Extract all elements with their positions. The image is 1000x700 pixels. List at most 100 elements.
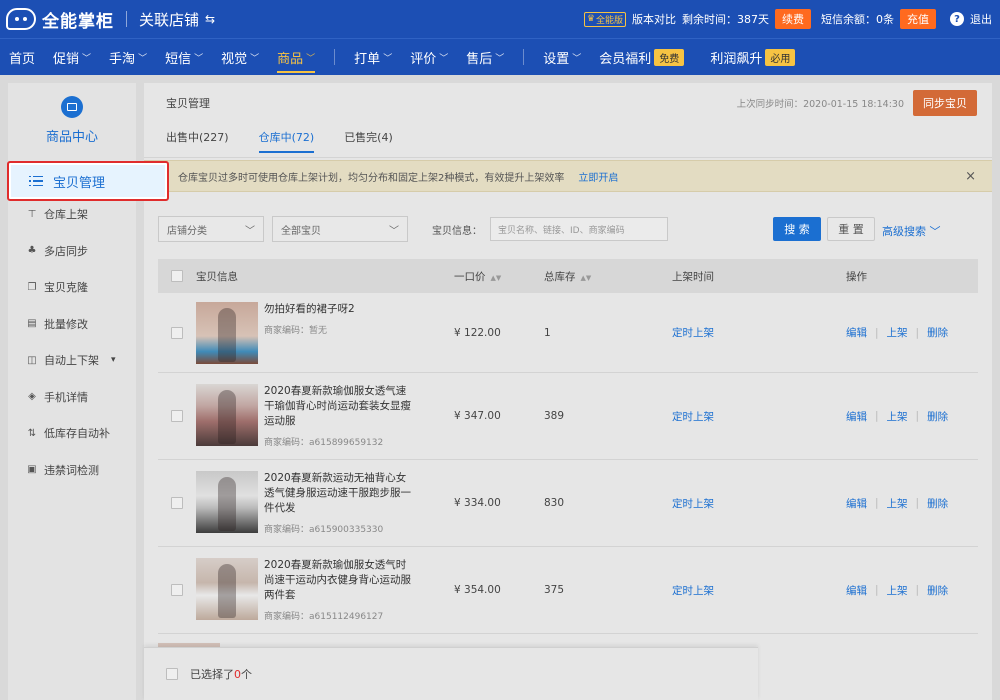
item-scope-select[interactable]: 全部宝贝 ﹀ bbox=[272, 216, 408, 242]
nav-reviews[interactable]: 评价 ﹀ bbox=[401, 39, 457, 75]
scheduled-listing-link[interactable]: 定时上架 bbox=[672, 496, 846, 511]
sidebar-item-mobile-detail[interactable]: ◈ 手机详情 bbox=[8, 379, 136, 416]
restock-icon: ⇅ bbox=[27, 427, 37, 439]
chevron-down-icon: ﹀ bbox=[82, 53, 92, 64]
product-thumbnail[interactable] bbox=[196, 558, 258, 620]
version-compare-link[interactable]: 版本对比 bbox=[632, 11, 676, 27]
selected-count-text: 已选择了0个 bbox=[190, 666, 252, 682]
product-thumbnail[interactable] bbox=[196, 301, 258, 364]
list-link[interactable]: 上架 bbox=[887, 496, 908, 511]
sidebar-item-label: 手机详情 bbox=[44, 390, 88, 404]
renew-button[interactable]: 续费 bbox=[775, 9, 811, 29]
tab-in-warehouse[interactable]: 仓库中(72) bbox=[258, 129, 314, 153]
ops-divider: | bbox=[915, 410, 920, 422]
row-checkbox[interactable] bbox=[171, 326, 183, 339]
nav-sms[interactable]: 短信 ﹀ bbox=[156, 39, 212, 75]
search-button[interactable]: 搜 索 bbox=[773, 217, 821, 241]
delete-link[interactable]: 删除 bbox=[927, 409, 948, 424]
row-info: 勿拍好看的裙子呀2 商家编码：暂无 bbox=[196, 301, 454, 364]
scheduled-listing-link[interactable]: 定时上架 bbox=[672, 583, 846, 598]
sidebar-item-low-stock-restock[interactable]: ⇅ 低库存自动补 bbox=[8, 415, 136, 452]
reset-button[interactable]: 重 置 bbox=[827, 217, 875, 241]
product-name[interactable]: 2020春夏新款瑜伽服女透气速干瑜伽背心时尚运动套装女显瘦运动服 bbox=[264, 384, 414, 429]
edit-link[interactable]: 编辑 bbox=[846, 409, 867, 424]
nav-profit-boost[interactable]: 利润飙升 必用 bbox=[701, 39, 804, 75]
nav-home[interactable]: 首页 bbox=[0, 39, 44, 75]
nav-member-benefits[interactable]: 会员福利 免费 bbox=[590, 39, 693, 75]
row-ops: 编辑 | 上架 | 删除 bbox=[846, 496, 978, 511]
row-check-cell bbox=[158, 584, 196, 596]
list-link[interactable]: 上架 bbox=[887, 583, 908, 598]
sync-items-button[interactable]: 同步宝贝 bbox=[913, 90, 977, 116]
sidebar-item-multi-store-sync[interactable]: ♣ 多店同步 bbox=[8, 233, 136, 270]
row-checkbox[interactable] bbox=[171, 497, 183, 509]
version-badge-label: 全能版 bbox=[595, 15, 623, 26]
tab-on-sale[interactable]: 出售中(227) bbox=[166, 129, 229, 153]
select-all-checkbox[interactable] bbox=[171, 270, 183, 282]
bulk-select-checkbox[interactable] bbox=[166, 668, 178, 680]
switch-shop-icon[interactable]: ⇆ bbox=[205, 12, 215, 26]
nav-visual[interactable]: 视觉 ﹀ bbox=[212, 39, 268, 75]
product-name[interactable]: 2020春夏新款运动无袖背心女透气健身服运动速干服跑步服一件代发 bbox=[264, 471, 414, 516]
edit-link[interactable]: 编辑 bbox=[846, 583, 867, 598]
bulk-action-bar: 已选择了0个 bbox=[144, 647, 758, 700]
sidebar-item-warehouse-listing[interactable]: ⊤ 仓库上架 bbox=[8, 196, 136, 233]
edit-link[interactable]: 编辑 bbox=[846, 496, 867, 511]
help-icon[interactable]: ? bbox=[950, 12, 964, 26]
scheduled-listing-link[interactable]: 定时上架 bbox=[672, 325, 846, 340]
product-thumbnail[interactable] bbox=[196, 384, 258, 446]
row-checkbox[interactable] bbox=[171, 410, 183, 422]
col-header-price[interactable]: 一口价 ▲▼ bbox=[454, 269, 544, 284]
logout-link[interactable]: 退出 bbox=[970, 11, 992, 27]
advanced-search-link[interactable]: 高级搜索 ﹀ bbox=[882, 223, 941, 239]
row-checkbox[interactable] bbox=[171, 584, 183, 596]
nav-divider bbox=[334, 49, 336, 65]
col-header-ops: 操作 bbox=[846, 270, 867, 283]
list-link[interactable]: 上架 bbox=[887, 409, 908, 424]
shopping-bag-icon bbox=[61, 96, 83, 118]
enable-now-link[interactable]: 立即开启 bbox=[578, 169, 618, 184]
ops-divider: | bbox=[915, 497, 920, 509]
sidebar-item-product-management[interactable]: 宝贝管理 bbox=[7, 161, 169, 201]
product-name[interactable]: 勿拍好看的裙子呀2 bbox=[264, 302, 414, 317]
tab-sold-out[interactable]: 已售完(4) bbox=[344, 129, 393, 153]
delete-link[interactable]: 删除 bbox=[927, 325, 948, 340]
ops-divider: | bbox=[875, 326, 879, 339]
nav-print-orders[interactable]: 打单 ﹀ bbox=[345, 39, 401, 75]
sidebar-item-auto-listing[interactable]: ◫ 自动上下架 ▾ bbox=[8, 342, 136, 379]
search-input[interactable]: 宝贝名称、链接、ID、商家编码 bbox=[490, 217, 668, 241]
shop-category-value: 店铺分类 bbox=[167, 225, 207, 237]
shop-name[interactable]: 关联店铺 bbox=[139, 9, 199, 30]
list-link[interactable]: 上架 bbox=[887, 325, 908, 340]
product-name[interactable]: 2020春夏新款瑜伽服女透气时尚速干运动内衣健身背心运动服两件套 bbox=[264, 558, 414, 603]
app-logo[interactable]: 全能掌柜 bbox=[6, 7, 114, 32]
nav-after-sales[interactable]: 售后 ﹀ bbox=[457, 39, 513, 75]
edit-link[interactable]: 编辑 bbox=[846, 325, 867, 340]
col-header-stock[interactable]: 总库存 ▲▼ bbox=[544, 269, 672, 284]
nav-print-orders-label: 打单 bbox=[354, 51, 381, 67]
version-badge: ♛ 全能版 bbox=[583, 11, 626, 27]
delete-link[interactable]: 删除 bbox=[927, 583, 948, 598]
product-code: 商家编码：a615112496127 bbox=[264, 612, 384, 622]
sidebar-item-batch-edit[interactable]: ▤ 批量修改 bbox=[8, 306, 136, 343]
sidebar-item-forbidden-words[interactable]: ▣ 违禁词检测 bbox=[8, 452, 136, 489]
sidebar-item-label: 违禁词检测 bbox=[44, 463, 99, 477]
nav-mobile-taobao[interactable]: 手淘 ﹀ bbox=[100, 39, 156, 75]
nav-settings[interactable]: 设置 ﹀ bbox=[534, 39, 590, 75]
sidebar-section-header[interactable]: 商品中心 bbox=[8, 83, 136, 158]
shop-category-select[interactable]: 店铺分类 ﹀ bbox=[158, 216, 264, 242]
nav-products-label: 商品 bbox=[277, 51, 304, 67]
recharge-button[interactable]: 充值 bbox=[900, 9, 936, 29]
sidebar-item-clone[interactable]: ❐ 宝贝克隆 bbox=[8, 269, 136, 306]
nav-promotion[interactable]: 促销 ﹀ bbox=[44, 39, 100, 75]
product-thumbnail[interactable] bbox=[196, 471, 258, 533]
nav-reviews-label: 评价 bbox=[410, 51, 437, 67]
scheduled-listing-link[interactable]: 定时上架 bbox=[672, 409, 846, 424]
nav-products[interactable]: 商品 ﹀ bbox=[268, 39, 324, 75]
close-icon[interactable]: × bbox=[965, 169, 976, 184]
must-use-badge: 必用 bbox=[765, 48, 796, 66]
row-text: 勿拍好看的裙子呀2 商家编码：暂无 bbox=[264, 302, 414, 336]
delete-link[interactable]: 删除 bbox=[927, 496, 948, 511]
sms-label: 短信余额： bbox=[821, 13, 876, 26]
crown-icon: ♛ bbox=[586, 14, 595, 24]
